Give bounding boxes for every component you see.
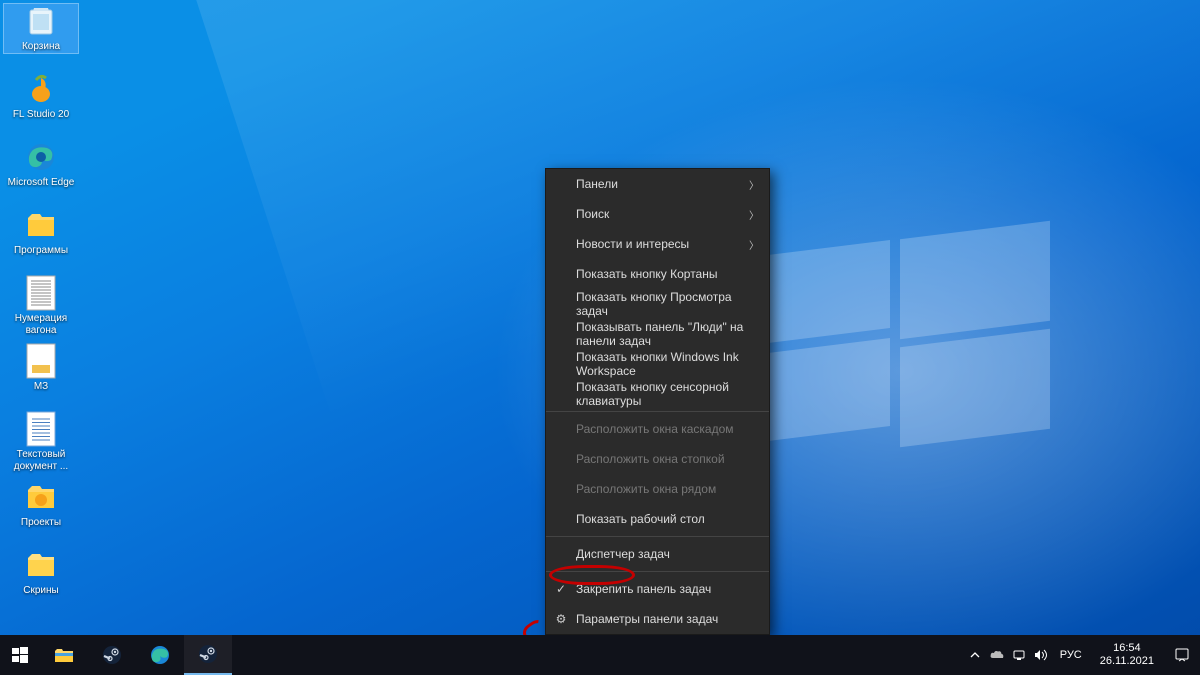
desktop-icon-label: Microsoft Edge: [4, 177, 78, 189]
wagons-doc-icon: [24, 276, 58, 310]
desktop-icon-recycle-bin[interactable]: Корзина: [4, 4, 78, 53]
tray-onedrive-icon[interactable]: [986, 635, 1008, 675]
screens-icon: [24, 548, 58, 582]
context-menu-item-label: Новости и интересы: [576, 237, 689, 251]
desktop-icon-ms-edge[interactable]: Microsoft Edge: [4, 140, 78, 189]
context-menu-item: Расположить окна стопкой: [546, 444, 769, 474]
taskbar-context-menu[interactable]: Панели 〉 Поиск 〉 Новости и интересы 〉 Показать…: [545, 168, 770, 635]
context-menu-item-label: Расположить окна стопкой: [576, 452, 725, 466]
context-menu-item-label: Диспетчер задач: [576, 547, 670, 561]
context-menu-item: Расположить окна рядом: [546, 474, 769, 504]
programs-icon: [24, 208, 58, 242]
edge-icon: [150, 645, 170, 665]
desktop-icon-fl-studio[interactable]: FL Studio 20: [4, 72, 78, 121]
context-menu-separator: [546, 571, 769, 572]
desktop-icon-text-doc[interactable]: Текстовый документ ...: [4, 412, 78, 473]
context-menu-item-label: Закрепить панель задач: [576, 582, 711, 596]
desktop-icon-label: МЗ: [4, 381, 78, 393]
tray-volume-icon[interactable]: [1030, 635, 1052, 675]
desktop-icon-label: Проекты: [4, 517, 78, 529]
tray-time: 16:54: [1100, 642, 1154, 655]
desktop-icon-label: Текстовый документ ...: [4, 449, 78, 473]
fl-studio-icon: [24, 72, 58, 106]
context-menu-item[interactable]: Поиск 〉: [546, 199, 769, 229]
check-icon: ✓: [554, 582, 568, 596]
desktop-icon-programs[interactable]: Программы: [4, 208, 78, 257]
mz-icon: [24, 344, 58, 378]
context-menu-separator: [546, 411, 769, 412]
recycle-bin-icon: [24, 4, 58, 38]
context-menu-item-label: Показать кнопку сенсорной клавиатуры: [576, 380, 757, 408]
steam-icon: [199, 645, 217, 663]
submenu-arrow-icon: 〉: [749, 237, 759, 252]
submenu-arrow-icon: 〉: [749, 177, 759, 192]
context-menu-item[interactable]: ⚙ Параметры панели задач: [546, 604, 769, 634]
desktop[interactable]: Корзина FL Studio 20 Microsoft Edge Програм…: [0, 0, 1200, 675]
context-menu-item[interactable]: Показать рабочий стол: [546, 504, 769, 534]
context-menu-item[interactable]: ✓ Закрепить панель задач: [546, 574, 769, 604]
tray-language[interactable]: РУС: [1052, 649, 1090, 661]
context-menu-item[interactable]: Показать кнопку сенсорной клавиатуры: [546, 379, 769, 409]
tray-notifications-icon[interactable]: [1164, 635, 1200, 675]
context-menu-item[interactable]: Показать кнопки Windows Ink Workspace: [546, 349, 769, 379]
ms-edge-icon: [24, 140, 58, 174]
tray-clock[interactable]: 16:54 26.11.2021: [1090, 642, 1164, 668]
context-menu-item-label: Панели: [576, 177, 618, 191]
context-menu-item-label: Расположить окна каскадом: [576, 422, 734, 436]
context-menu-item[interactable]: Показать кнопку Просмотра задач: [546, 289, 769, 319]
gear-icon: ⚙: [554, 612, 568, 626]
context-menu-separator: [546, 536, 769, 537]
desktop-icon-screens[interactable]: Скрины: [4, 548, 78, 597]
winstart-icon: [12, 647, 28, 663]
wallpaper-windows-logo: [760, 230, 1050, 440]
desktop-icon-label: Программы: [4, 245, 78, 257]
context-menu-item-label: Поиск: [576, 207, 609, 221]
context-menu-item[interactable]: Показать кнопку Кортаны: [546, 259, 769, 289]
taskbar-steam-1-button[interactable]: [88, 635, 136, 675]
desktop-icon-projects[interactable]: Проекты: [4, 480, 78, 529]
explorer-icon: [54, 647, 74, 663]
context-menu-item-label: Параметры панели задач: [576, 612, 718, 626]
taskbar-edge-button[interactable]: [136, 635, 184, 675]
desktop-icon-label: Скрины: [4, 585, 78, 597]
context-menu-item-label: Показать рабочий стол: [576, 512, 705, 526]
projects-icon: [24, 480, 58, 514]
desktop-icon-label: Корзина: [4, 41, 78, 53]
submenu-arrow-icon: 〉: [749, 207, 759, 222]
context-menu-item-label: Расположить окна рядом: [576, 482, 716, 496]
desktop-icon-label: Нумерация вагона: [4, 313, 78, 337]
tray-network-icon[interactable]: [1008, 635, 1030, 675]
text-doc-icon: [24, 412, 58, 446]
context-menu-item-label: Показать кнопки Windows Ink Workspace: [576, 350, 757, 378]
desktop-icon-wagons-doc[interactable]: Нумерация вагона: [4, 276, 78, 337]
tray-date: 26.11.2021: [1100, 655, 1154, 668]
taskbar-steam-2-button[interactable]: [184, 635, 232, 675]
desktop-icon-label: FL Studio 20: [4, 109, 78, 121]
context-menu-item[interactable]: Панели 〉: [546, 169, 769, 199]
taskbar-file-explorer-button[interactable]: [40, 635, 88, 675]
context-menu-item: Расположить окна каскадом: [546, 414, 769, 444]
context-menu-item-label: Показать кнопку Просмотра задач: [576, 290, 757, 318]
context-menu-item-label: Показать кнопку Кортаны: [576, 267, 717, 281]
desktop-icon-mz[interactable]: МЗ: [4, 344, 78, 393]
context-menu-item-label: Показывать панель "Люди" на панели задач: [576, 320, 757, 348]
taskbar[interactable]: РУС 16:54 26.11.2021: [0, 635, 1200, 675]
context-menu-item[interactable]: Показывать панель "Люди" на панели задач: [546, 319, 769, 349]
context-menu-item[interactable]: Новости и интересы 〉: [546, 229, 769, 259]
steam-icon: [103, 646, 121, 664]
taskbar-start-button[interactable]: [0, 635, 40, 675]
context-menu-item[interactable]: Диспетчер задач: [546, 539, 769, 569]
tray-overflow-icon[interactable]: [964, 635, 986, 675]
